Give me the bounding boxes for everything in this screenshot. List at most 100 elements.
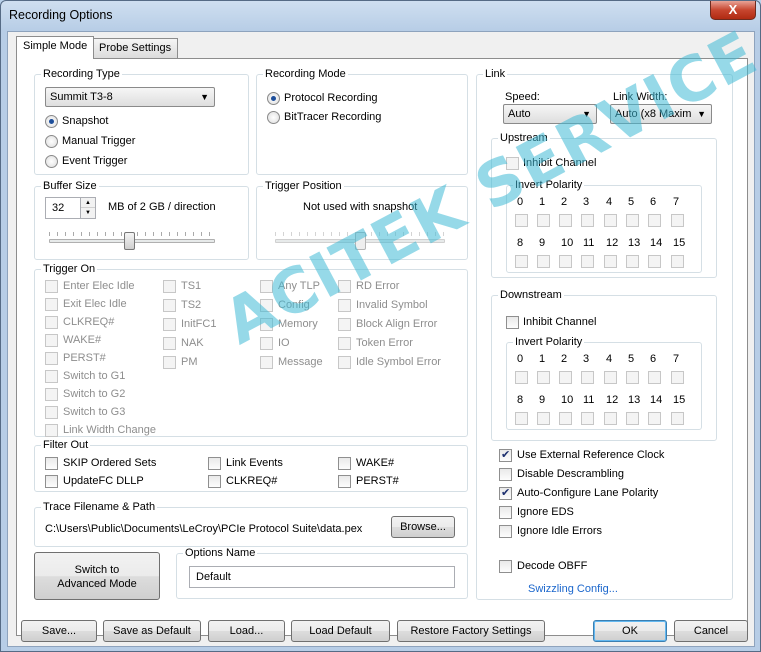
spin-down-icon[interactable]: ▼ [81, 208, 95, 218]
downstream-lane-15-checkbox[interactable] [671, 412, 684, 425]
options-name-input[interactable]: Default [189, 566, 455, 588]
upstream-lane-13-checkbox[interactable] [626, 255, 639, 268]
upstream-lane-11-checkbox[interactable] [581, 255, 594, 268]
upstream-lane-5-checkbox[interactable] [626, 214, 639, 227]
tab-simple-mode[interactable]: Simple Mode [16, 36, 95, 59]
trigger-switch-to-g3-checkbox[interactable] [45, 406, 58, 419]
link-width-select[interactable]: Auto (x8 Maxim ▼ [610, 104, 712, 124]
upstream-inhibit-checkbox[interactable] [506, 157, 519, 170]
upstream-lane-1-checkbox[interactable] [537, 214, 550, 227]
filter-perst-label: PERST# [356, 475, 399, 487]
upstream-lane-14-checkbox[interactable] [648, 255, 661, 268]
manual-trigger-radio[interactable] [45, 135, 58, 148]
downstream-lane-3-checkbox[interactable] [581, 371, 594, 384]
decode-obff-checkbox[interactable] [499, 560, 512, 573]
trigger-enter-elec-idle-checkbox[interactable] [45, 280, 58, 293]
upstream-lane-2-checkbox[interactable] [559, 214, 572, 227]
upstream-lane-9-checkbox[interactable] [537, 255, 550, 268]
trigger-exit-elec-idle-checkbox[interactable] [45, 298, 58, 311]
downstream-lane-7-checkbox[interactable] [671, 371, 684, 384]
trigger-config-checkbox[interactable] [260, 299, 273, 312]
trigger-io-checkbox[interactable] [260, 337, 273, 350]
downstream-lane-10-checkbox[interactable] [559, 412, 572, 425]
restore-factory-settings-button[interactable]: Restore Factory Settings [397, 620, 545, 642]
trigger-memory-checkbox[interactable] [260, 318, 273, 331]
downstream-lane-13-checkbox[interactable] [626, 412, 639, 425]
trigger-token-error-checkbox[interactable] [338, 337, 351, 350]
trigger-any-tlp-checkbox[interactable] [260, 280, 273, 293]
close-button[interactable]: X [710, 1, 756, 20]
trigger-ts2-checkbox[interactable] [163, 299, 176, 312]
trigger-invalid-symbol-checkbox[interactable] [338, 299, 351, 312]
trigger-invalid-symbol-label: Invalid Symbol [356, 299, 428, 311]
title-bar[interactable]: Recording Options X [1, 1, 760, 31]
trigger-rd-error-checkbox[interactable] [338, 280, 351, 293]
buffer-size-spinner[interactable]: ▲ ▼ [80, 197, 96, 219]
speed-select[interactable]: Auto ▼ [503, 104, 597, 124]
updatefc-dllp-checkbox[interactable] [45, 475, 58, 488]
downstream-lane-5-checkbox[interactable] [626, 371, 639, 384]
trigger-wake-checkbox[interactable] [45, 334, 58, 347]
upstream-lane-3-checkbox[interactable] [581, 214, 594, 227]
browse-button[interactable]: Browse... [391, 516, 455, 538]
tab-probe-settings[interactable]: Probe Settings [92, 38, 179, 58]
ignore-eds-checkbox[interactable] [499, 506, 512, 519]
downstream-lane-6-checkbox[interactable] [648, 371, 661, 384]
downstream-inhibit-checkbox[interactable] [506, 316, 519, 329]
downstream-lane-4-checkbox[interactable] [604, 371, 617, 384]
downstream-lane-9-checkbox[interactable] [537, 412, 550, 425]
ok-button[interactable]: OK [593, 620, 667, 642]
trigger-link-width-change-checkbox[interactable] [45, 424, 58, 437]
bittracer-recording-radio[interactable] [267, 111, 280, 124]
trigger-nak-checkbox[interactable] [163, 337, 176, 350]
switch-advanced-mode-button[interactable]: Switch to Advanced Mode [34, 552, 160, 600]
trigger-switch-to-g1-checkbox[interactable] [45, 370, 58, 383]
downstream-lane-0-checkbox[interactable] [515, 371, 528, 384]
auto-configure-lane-polarity-checkbox[interactable] [499, 486, 512, 500]
upstream-lane-12-checkbox[interactable] [604, 255, 617, 268]
downstream-lane-8-checkbox[interactable] [515, 412, 528, 425]
load-default-button[interactable]: Load Default [291, 620, 390, 642]
skip-ordered-sets-checkbox[interactable] [45, 457, 58, 470]
downstream-lane-12-checkbox[interactable] [604, 412, 617, 425]
trigger-message-checkbox[interactable] [260, 356, 273, 369]
upstream-lane-7-checkbox[interactable] [671, 214, 684, 227]
protocol-recording-radio[interactable] [267, 92, 280, 105]
use-external-reference-clock-checkbox[interactable] [499, 448, 512, 462]
disable-descrambling-checkbox[interactable] [499, 468, 512, 481]
save-button[interactable]: Save... [21, 620, 97, 642]
downstream-lane-1-checkbox[interactable] [537, 371, 550, 384]
upstream-lane-8-checkbox[interactable] [515, 255, 528, 268]
downstream-lane-11-checkbox[interactable] [581, 412, 594, 425]
snapshot-radio[interactable] [45, 115, 58, 128]
cancel-button[interactable]: Cancel [674, 620, 748, 642]
spin-up-icon[interactable]: ▲ [81, 198, 95, 208]
trigger-pm-checkbox[interactable] [163, 356, 176, 369]
link-events-checkbox[interactable] [208, 457, 221, 470]
upstream-lane-10-checkbox[interactable] [559, 255, 572, 268]
trigger-initfc1-checkbox[interactable] [163, 318, 176, 331]
load-button[interactable]: Load... [208, 620, 285, 642]
upstream-lane-6-checkbox[interactable] [648, 214, 661, 227]
ignore-idle-errors-checkbox[interactable] [499, 525, 512, 538]
downstream-lane-14-checkbox[interactable] [648, 412, 661, 425]
downstream-lane-2-checkbox[interactable] [559, 371, 572, 384]
recording-type-select[interactable]: Summit T3-8 ▼ [45, 87, 215, 107]
trigger-perst-checkbox[interactable] [45, 352, 58, 365]
trigger-clkreq-checkbox[interactable] [45, 316, 58, 329]
save-as-default-button[interactable]: Save as Default [103, 620, 201, 642]
upstream-lane-15-checkbox[interactable] [671, 255, 684, 268]
upstream-lane-4-checkbox[interactable] [604, 214, 617, 227]
filter-clkreq-checkbox[interactable] [208, 475, 221, 488]
event-trigger-radio[interactable] [45, 155, 58, 168]
trigger-ts1-checkbox[interactable] [163, 280, 176, 293]
filter-wake-checkbox[interactable] [338, 457, 351, 470]
trigger-idle-symbol-error-checkbox[interactable] [338, 356, 351, 369]
trigger-block-align-error-checkbox[interactable] [338, 318, 351, 331]
filter-perst-checkbox[interactable] [338, 475, 351, 488]
upstream-lane-0-checkbox[interactable] [515, 214, 528, 227]
buffer-size-input[interactable]: 32 [45, 197, 81, 219]
buffer-size-slider-thumb[interactable] [123, 232, 135, 250]
swizzling-config-link[interactable]: Swizzling Config... [528, 583, 618, 595]
trigger-switch-to-g2-checkbox[interactable] [45, 388, 58, 401]
